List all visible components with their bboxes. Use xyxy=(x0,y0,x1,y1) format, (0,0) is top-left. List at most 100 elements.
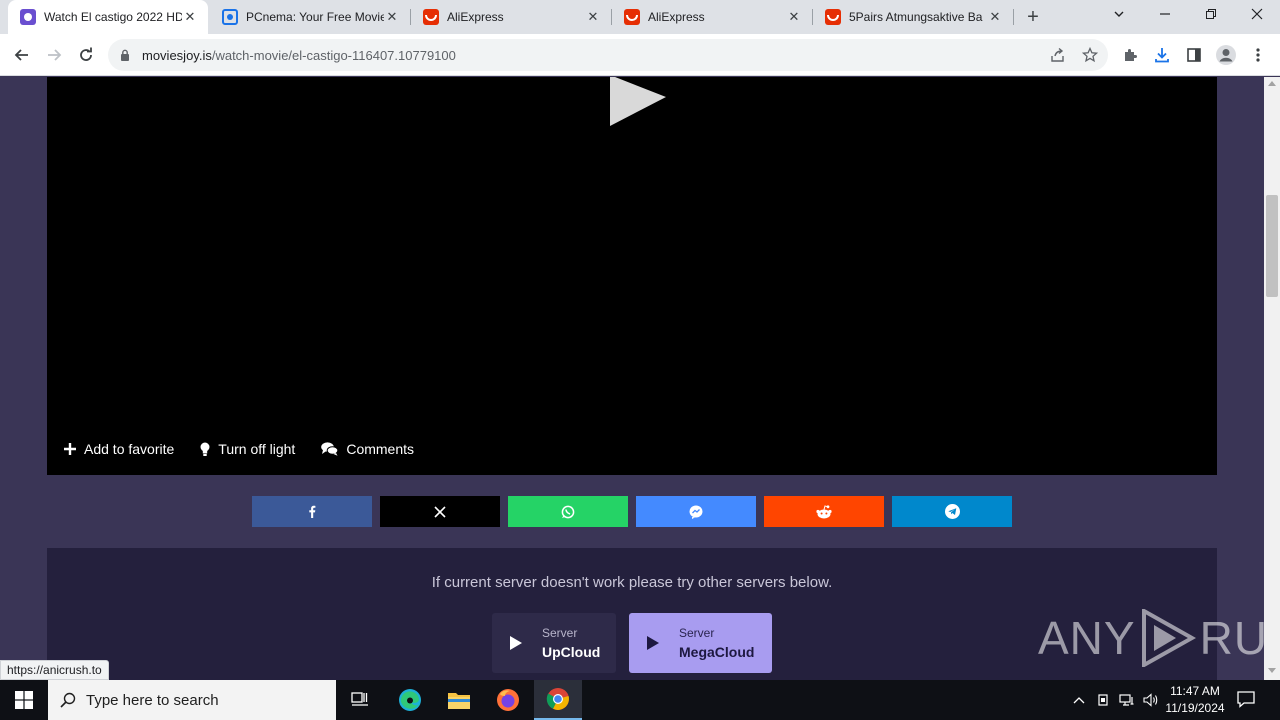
share-telegram-button[interactable] xyxy=(892,496,1012,527)
tab-title: Watch El castigo 2022 HD xyxy=(44,10,182,24)
action-center-button[interactable] xyxy=(1236,690,1258,710)
page-viewport: Add to favorite Turn off light Comments xyxy=(0,77,1264,680)
chevron-down-icon xyxy=(1114,11,1124,17)
tab-aliexpress-1[interactable]: AliExpress ✕ xyxy=(411,0,611,34)
reddit-icon xyxy=(816,504,832,518)
clock-time: 11:47 AM xyxy=(1170,684,1220,698)
task-view-icon xyxy=(351,692,368,706)
page-scrollbar[interactable] xyxy=(1264,77,1280,680)
share-buttons xyxy=(252,496,1012,527)
url-text: moviesjoy.is/watch-movie/el-castigo-1164… xyxy=(142,48,456,63)
tray-device-icon[interactable] xyxy=(1095,692,1111,708)
messenger-icon xyxy=(689,505,703,519)
tab-strip: Watch El castigo 2022 HD ✕ PCnema: Your … xyxy=(0,0,1280,34)
taskbar-firefox[interactable] xyxy=(484,680,532,720)
close-tab-icon[interactable]: ✕ xyxy=(384,9,400,25)
reload-icon xyxy=(80,47,92,61)
server-name: UpCloud xyxy=(542,644,601,660)
restore-button[interactable] xyxy=(1188,0,1234,30)
comments-label: Comments xyxy=(346,441,415,457)
chevron-up-icon xyxy=(1073,697,1085,704)
windows-logo-icon xyxy=(15,691,33,709)
downloads-button[interactable] xyxy=(1150,43,1174,67)
share-whatsapp-button[interactable] xyxy=(508,496,628,527)
share-reddit-button[interactable] xyxy=(764,496,884,527)
play-icon xyxy=(647,636,659,650)
avatar-icon xyxy=(1216,45,1236,65)
start-button[interactable] xyxy=(0,680,48,720)
url-path: /watch-movie/el-castigo-116407.10779100 xyxy=(211,48,456,63)
tab-search-button[interactable] xyxy=(1096,0,1142,30)
server-megacloud-button[interactable]: Server MegaCloud xyxy=(629,613,772,673)
share-messenger-button[interactable] xyxy=(636,496,756,527)
link-status-bubble: https://anicrush.to xyxy=(0,660,109,680)
reload-button[interactable] xyxy=(74,43,98,67)
server-note: If current server doesn't work please tr… xyxy=(431,574,833,591)
side-panel-button[interactable] xyxy=(1182,43,1206,67)
browser-toolbar: moviesjoy.is/watch-movie/el-castigo-1164… xyxy=(0,34,1280,76)
plus-icon xyxy=(64,443,76,455)
tab-aliexpress-2[interactable]: AliExpress ✕ xyxy=(612,0,812,34)
tab-title: AliExpress xyxy=(447,10,504,24)
profile-button[interactable] xyxy=(1214,43,1238,67)
share-page-button[interactable] xyxy=(1046,43,1070,67)
share-facebook-button[interactable] xyxy=(252,496,372,527)
clock-date: 11/19/2024 xyxy=(1165,701,1225,715)
tab-separator xyxy=(1013,9,1014,25)
menu-button[interactable] xyxy=(1246,43,1270,67)
tab-title: PCnema: Your Free Movie xyxy=(246,10,384,24)
taskbar-edge[interactable] xyxy=(386,680,434,720)
forward-button[interactable] xyxy=(42,43,66,67)
close-window-button[interactable] xyxy=(1234,0,1280,30)
extensions-button[interactable] xyxy=(1118,43,1142,67)
minimize-button[interactable] xyxy=(1142,0,1188,30)
comments-button[interactable]: Comments xyxy=(321,441,414,457)
address-bar[interactable]: moviesjoy.is/watch-movie/el-castigo-1164… xyxy=(108,39,1108,71)
close-tab-icon[interactable]: ✕ xyxy=(987,9,1003,25)
tab-title: 5Pairs Atmungsaktive Ba xyxy=(849,10,983,24)
close-tab-icon[interactable]: ✕ xyxy=(585,9,601,25)
server-upcloud-button[interactable]: Server UpCloud xyxy=(492,613,616,673)
tab-aliexpress-3[interactable]: 5Pairs Atmungsaktive Ba ✕ xyxy=(813,0,1013,34)
comments-icon xyxy=(321,442,339,456)
restore-icon xyxy=(1206,9,1216,19)
video-player[interactable]: Add to favorite Turn off light Comments xyxy=(47,77,1217,475)
chrome-icon xyxy=(546,688,569,710)
new-tab-button[interactable]: + xyxy=(1022,6,1044,28)
speaker-icon xyxy=(1143,693,1158,707)
scroll-down-arrow-icon[interactable] xyxy=(1268,668,1276,673)
lock-icon[interactable] xyxy=(120,49,130,61)
facebook-icon xyxy=(309,505,316,518)
side-panel-icon xyxy=(1187,48,1201,62)
add-to-favorite-button[interactable]: Add to favorite xyxy=(64,441,174,457)
scroll-up-arrow-icon[interactable] xyxy=(1268,81,1276,86)
taskbar-search-box[interactable]: Type here to search xyxy=(48,680,336,720)
scroll-thumb[interactable] xyxy=(1266,195,1278,297)
show-hidden-icons-button[interactable] xyxy=(1071,692,1087,708)
tab-title: AliExpress xyxy=(648,10,705,24)
taskbar-clock[interactable]: 11:47 AM 11/19/2024 xyxy=(1160,683,1230,717)
download-icon xyxy=(1155,48,1169,63)
bookmark-button[interactable] xyxy=(1078,43,1102,67)
taskbar-file-explorer[interactable] xyxy=(435,680,483,720)
close-tab-icon[interactable]: ✕ xyxy=(786,9,802,25)
share-x-button[interactable] xyxy=(380,496,500,527)
share-icon xyxy=(1051,47,1064,62)
tray-volume-icon[interactable] xyxy=(1143,692,1159,708)
back-button[interactable] xyxy=(10,43,34,67)
edge-icon xyxy=(399,689,421,711)
add-to-favorite-label: Add to favorite xyxy=(84,441,175,457)
telegram-icon xyxy=(944,504,960,519)
play-icon[interactable] xyxy=(609,77,667,129)
close-tab-icon[interactable]: ✕ xyxy=(182,9,198,25)
tab-moviesjoy[interactable]: Watch El castigo 2022 HD ✕ xyxy=(8,0,208,34)
tab-pcnema[interactable]: PCnema: Your Free Movie ✕ xyxy=(210,0,410,34)
task-view-button[interactable] xyxy=(336,680,384,720)
firefox-icon xyxy=(497,689,519,711)
turn-off-light-button[interactable]: Turn off light xyxy=(200,441,295,457)
tray-network-icon[interactable] xyxy=(1119,692,1135,708)
notification-icon xyxy=(1237,691,1255,708)
close-icon xyxy=(1251,8,1263,20)
server-sub-label: Server xyxy=(679,626,715,640)
taskbar-chrome[interactable] xyxy=(534,680,582,720)
